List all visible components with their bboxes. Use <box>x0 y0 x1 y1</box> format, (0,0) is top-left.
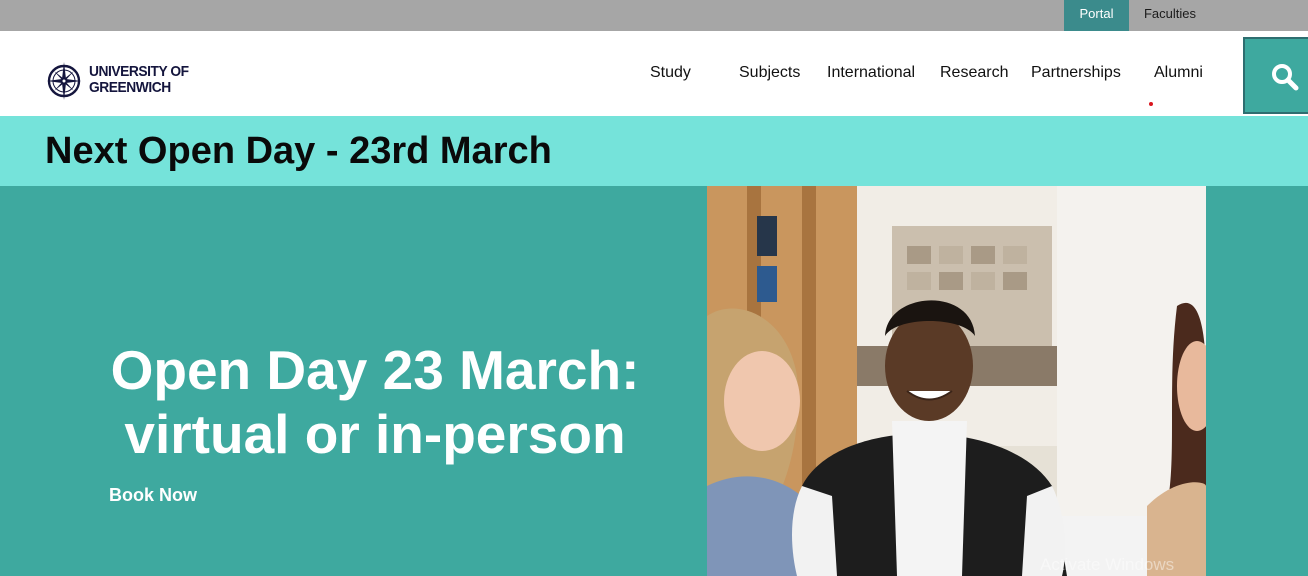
book-now-link[interactable]: Book Now <box>109 485 197 506</box>
faculties-link[interactable]: Faculties <box>1129 0 1211 31</box>
search-button[interactable] <box>1243 37 1308 114</box>
logo-line-1: UNIVERSITY OF <box>89 63 189 80</box>
logo-wordmark: UNIVERSITY OF GREENWICH <box>89 64 190 96</box>
compass-logo-icon <box>47 62 81 100</box>
nav-item-research[interactable]: Research <box>940 64 1008 82</box>
utility-bar: Portal Faculties <box>0 0 1308 31</box>
hero-banner: Open Day 23 March: virtual or in-person … <box>0 186 1308 576</box>
nav-active-indicator <box>1149 102 1153 106</box>
hero-title: Open Day 23 March: virtual or in-person <box>110 339 640 465</box>
nav-item-subjects[interactable]: Subjects <box>739 64 800 82</box>
open-day-announcement[interactable]: Next Open Day - 23rd March <box>0 116 1308 186</box>
portal-link[interactable]: Portal <box>1064 0 1129 31</box>
students-photo <box>707 186 1206 576</box>
site-header: UNIVERSITY OF GREENWICH Study Subjects I… <box>0 31 1308 116</box>
announcement-text: Next Open Day - 23rd March <box>45 130 552 172</box>
logo-line-2: GREENWICH <box>89 79 171 96</box>
nav-item-partnerships[interactable]: Partnerships <box>1031 64 1121 82</box>
search-icon <box>1272 64 1299 91</box>
os-activation-watermark: Activate Windows <box>1040 555 1175 574</box>
nav-item-study[interactable]: Study <box>650 64 691 82</box>
nav-item-alumni[interactable]: Alumni <box>1154 64 1203 82</box>
students-illustration <box>707 186 1206 576</box>
nav-item-international[interactable]: International <box>827 64 915 82</box>
